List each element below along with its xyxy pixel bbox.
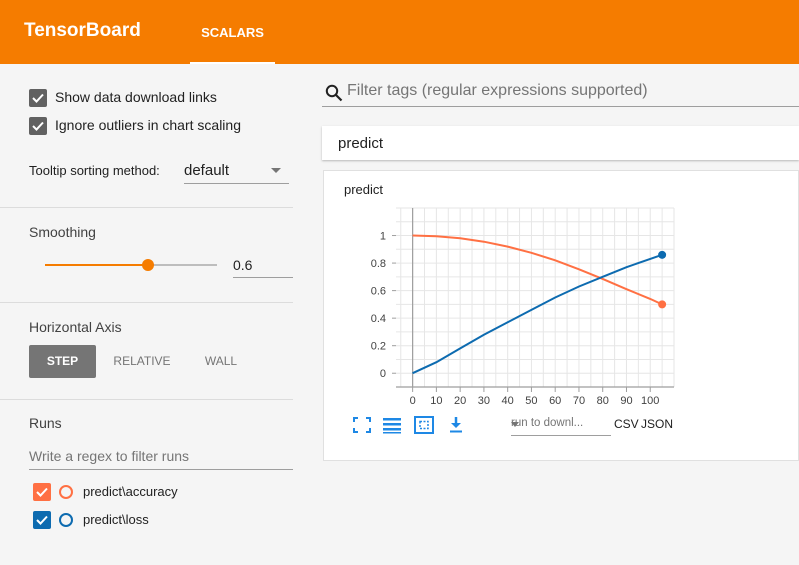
zoom-icon[interactable] bbox=[413, 415, 435, 435]
dropdown-caret-icon bbox=[271, 168, 281, 173]
smoothing-heading: Smoothing bbox=[29, 224, 96, 240]
runs-heading: Runs bbox=[29, 415, 62, 431]
run-accuracy-label: predict\accuracy bbox=[83, 484, 178, 499]
y-tick-label: 0.2 bbox=[371, 341, 386, 353]
app-title: TensorBoard bbox=[24, 20, 141, 41]
run-loss-checkbox[interactable] bbox=[33, 511, 51, 529]
run-filter-input[interactable] bbox=[29, 444, 293, 468]
download-run-placeholder: run to downl... bbox=[511, 417, 584, 429]
x-tick-label: 40 bbox=[502, 395, 514, 407]
download-run-select[interactable]: run to downl... bbox=[511, 414, 611, 436]
tooltip-sorting-select[interactable]: default bbox=[184, 160, 289, 184]
x-tick-label: 30 bbox=[478, 395, 490, 407]
axis-relative-button[interactable]: RELATIVE bbox=[104, 345, 180, 378]
x-tick-label: 20 bbox=[454, 395, 466, 407]
run-loss-label: predict\loss bbox=[83, 512, 149, 527]
tag-group-name: predict bbox=[338, 135, 384, 152]
x-tick-label: 90 bbox=[620, 395, 632, 407]
horizontal-axis-heading: Horizontal Axis bbox=[29, 319, 122, 335]
check-icon bbox=[36, 515, 48, 525]
run-accuracy-color-icon bbox=[59, 485, 73, 499]
line-chart[interactable]: 0 10 20 30 40 50 60 70 80 90 100 0 0.2 0.4 0.6 0.8 1 bbox=[324, 171, 799, 411]
check-icon bbox=[32, 93, 44, 103]
check-icon bbox=[32, 121, 44, 131]
run-accuracy-checkbox[interactable] bbox=[33, 483, 51, 501]
tooltip-sorting-value: default bbox=[184, 162, 230, 179]
series-line-0 bbox=[412, 234, 663, 306]
y-tick-label: 1 bbox=[380, 231, 386, 243]
y-tick-label: 0.6 bbox=[371, 286, 386, 298]
show-download-links-checkbox[interactable] bbox=[29, 89, 47, 107]
check-icon bbox=[36, 487, 48, 497]
dropdown-caret-icon bbox=[511, 422, 519, 427]
series-end-point-0 bbox=[658, 300, 667, 309]
smoothing-value-input[interactable]: 0.6 bbox=[233, 254, 293, 278]
smoothing-slider[interactable] bbox=[45, 259, 217, 271]
smoothing-value: 0.6 bbox=[233, 257, 253, 273]
x-tick-label: 60 bbox=[549, 395, 561, 407]
smoothing-slider-fill bbox=[45, 264, 149, 266]
sidebar: Show data download links Ignore outliers… bbox=[0, 64, 305, 565]
tab-scalars-label: SCALARS bbox=[201, 25, 264, 40]
ignore-outliers-checkbox[interactable] bbox=[29, 117, 47, 135]
run-filter-field[interactable] bbox=[29, 444, 293, 470]
series-line-1 bbox=[412, 253, 663, 375]
x-tick-label: 100 bbox=[641, 395, 659, 407]
tag-filter-input[interactable] bbox=[347, 82, 787, 100]
y-tick-label: 0.8 bbox=[371, 258, 386, 270]
x-tick-label: 10 bbox=[430, 395, 442, 407]
log-scale-icon[interactable] bbox=[381, 415, 403, 435]
axis-wall-button[interactable]: WALL bbox=[190, 345, 252, 378]
ignore-outliers-label: Ignore outliers in chart scaling bbox=[55, 117, 241, 133]
series-end-point-1 bbox=[658, 250, 667, 259]
divider bbox=[0, 207, 293, 208]
x-tick-label: 70 bbox=[573, 395, 585, 407]
download-csv-link[interactable]: CSV bbox=[614, 417, 639, 431]
x-tick-label: 0 bbox=[410, 395, 416, 407]
y-tick-label: 0.4 bbox=[371, 313, 386, 325]
divider bbox=[0, 302, 293, 303]
tab-scalars[interactable]: SCALARS bbox=[190, 0, 275, 64]
divider bbox=[0, 399, 293, 400]
show-download-links-label: Show data download links bbox=[55, 89, 217, 105]
scalar-chart-card: predict 0 10 20 30 40 50 60 70 80 90 100 0 0.2 0.4 0.6… bbox=[323, 170, 799, 461]
fit-domain-icon[interactable] bbox=[351, 415, 373, 435]
y-tick-label: 0 bbox=[380, 368, 386, 380]
download-json-link[interactable]: JSON bbox=[641, 417, 673, 431]
run-loss-color-icon bbox=[59, 513, 73, 527]
search-icon bbox=[325, 84, 343, 102]
top-app-bar: TensorBoard SCALARS bbox=[0, 0, 799, 64]
axis-step-button[interactable]: STEP bbox=[29, 345, 96, 378]
tag-group-header[interactable]: predict bbox=[322, 126, 799, 160]
tag-filter-field[interactable] bbox=[322, 80, 799, 107]
tooltip-sorting-label: Tooltip sorting method: bbox=[29, 163, 160, 178]
download-icon[interactable] bbox=[445, 415, 467, 435]
x-tick-label: 50 bbox=[525, 395, 537, 407]
x-tick-label: 80 bbox=[597, 395, 609, 407]
smoothing-slider-knob[interactable] bbox=[142, 259, 155, 271]
